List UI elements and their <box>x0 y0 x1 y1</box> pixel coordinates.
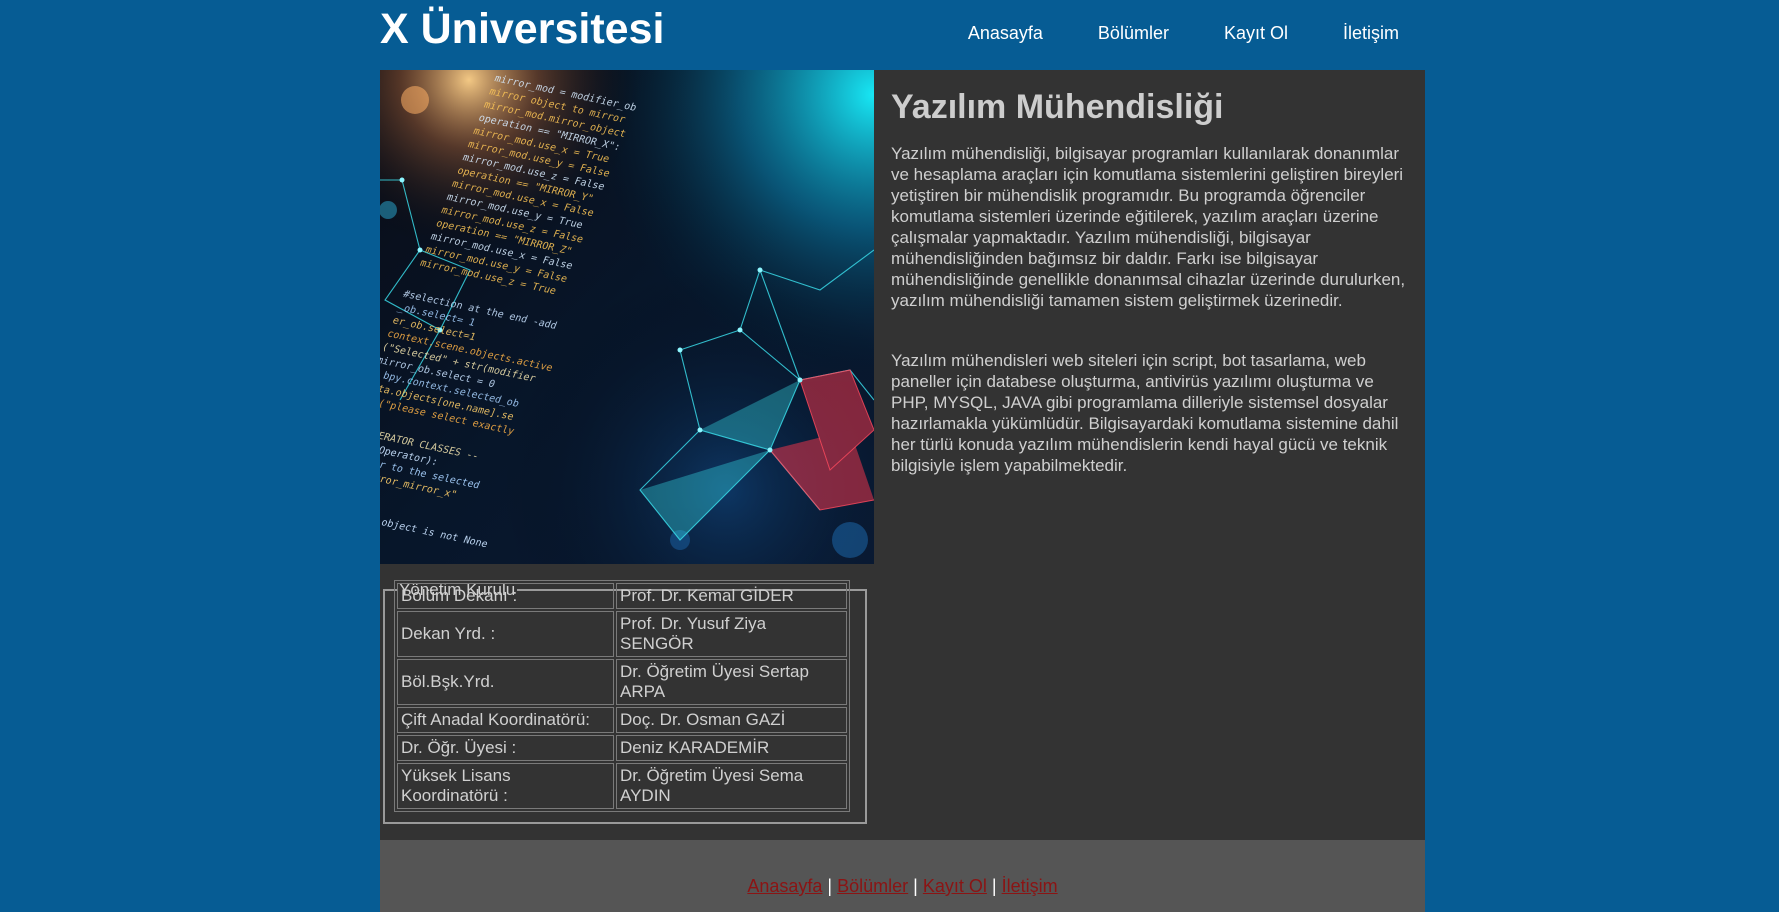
footer-separator: | <box>991 876 997 896</box>
board-member-name: Deniz KARADEMİR <box>616 735 847 761</box>
board-row: Dekan Yrd. : Prof. Dr. Yusuf Ziya SENGÖR <box>397 611 847 657</box>
description-paragraph-2: Yazılım mühendisleri web siteleri için s… <box>891 351 1399 475</box>
footer-link-departments[interactable]: Bölümler <box>837 876 908 896</box>
board-role: Çift Anadal Koordinatörü: <box>397 707 614 733</box>
board-role: Dekan Yrd. : <box>397 611 614 657</box>
left-column: mirror_mod = modifier_ob mirror object to… <box>380 70 874 840</box>
content-wrapper: mirror_mod = modifier_ob mirror object to… <box>380 70 1425 912</box>
board-role: Böl.Bşk.Yrd. <box>397 659 614 705</box>
nav-link-departments[interactable]: Bölümler <box>1098 20 1169 46</box>
board-member-name: Doç. Dr. Osman GAZİ <box>616 707 847 733</box>
board-role: Bölüm Dekanı : <box>397 583 614 609</box>
board-row: Böl.Bşk.Yrd. Dr. Öğretim Üyesi Sertap ARP… <box>397 659 847 705</box>
page: X Üniversitesi Anasayfa Bölümler Kayıt O… <box>0 0 1779 912</box>
board-table: Bölüm Dekanı : Prof. Dr. Kemal GİDER Dekan… <box>394 580 850 812</box>
site-title: X Üniversitesi <box>380 5 665 53</box>
code-network-illustration: mirror_mod = modifier_obmirror object to… <box>380 70 874 564</box>
footer: Anasayfa | Bölümler | Kayıt Ol | İletişi… <box>380 840 1425 912</box>
footer-separator: | <box>913 876 918 896</box>
board-member-name: Prof. Dr. Yusuf Ziya SENGÖR <box>616 611 847 657</box>
footer-link-home[interactable]: Anasayfa <box>747 876 822 896</box>
nav-link-home[interactable]: Anasayfa <box>968 20 1043 46</box>
nav-link-register[interactable]: Kayıt Ol <box>1224 20 1288 46</box>
board-role: Dr. Öğr. Üyesi : <box>397 735 614 761</box>
footer-link-register[interactable]: Kayıt Ol <box>923 876 987 896</box>
board-row: Bölüm Dekanı : Prof. Dr. Kemal GİDER <box>397 583 847 609</box>
board-row: Çift Anadal Koordinatörü: Doç. Dr. Osman … <box>397 707 847 733</box>
nav-link-contact[interactable]: İletişim <box>1343 20 1399 46</box>
footer-link-contact[interactable]: İletişim <box>1002 876 1058 896</box>
board-member-name: Prof. Dr. Kemal GİDER <box>616 583 847 609</box>
right-column: Yazılım Mühendisliği Yazılım mühendisliğ… <box>874 70 1425 840</box>
footer-links: Anasayfa | Bölümler | Kayıt Ol | İletişi… <box>380 876 1425 897</box>
description-paragraph-1: Yazılım mühendisliği, bilgisayar program… <box>891 144 1406 310</box>
board-member-name: Dr. Öğretim Üyesi Sertap ARPA <box>616 659 847 705</box>
board-row: Yüksek Lisans Koordinatörü : Dr. Öğretim … <box>397 763 847 809</box>
footer-separator: | <box>827 876 833 896</box>
board-role: Yüksek Lisans Koordinatörü : <box>397 763 614 809</box>
board-panel: Yönetim Kurulu Bölüm Dekanı : Prof. Dr. K… <box>380 564 874 840</box>
hero-image: mirror_mod = modifier_ob mirror object to… <box>380 70 874 564</box>
page-title: Yazılım Mühendisliği <box>891 88 1224 126</box>
top-nav: Anasayfa Bölümler Kayıt Ol İletişim <box>913 20 1399 46</box>
board-row: Dr. Öğr. Üyesi : Deniz KARADEMİR <box>397 735 847 761</box>
board-member-name: Dr. Öğretim Üyesi Sema AYDIN <box>616 763 847 809</box>
